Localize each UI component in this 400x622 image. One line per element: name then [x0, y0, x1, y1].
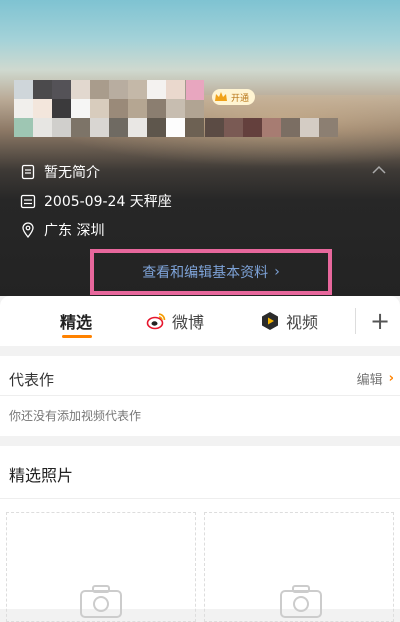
profile-header: 开通 暂无简介 2005-09-24 天秤座 广东 深圳 查看和编辑基本资料 › [0, 0, 400, 296]
tab-weibo-label: 微博 [172, 313, 205, 332]
profile-tabs: 精选 微博 视频 + [0, 296, 400, 346]
tab-featured[interactable]: 精选 [60, 296, 92, 346]
empty-state-text: 你还没有添加视频代表作 [9, 409, 142, 423]
camera-icon [80, 585, 122, 618]
view-edit-profile-link[interactable]: 查看和编辑基本资料 › [90, 249, 332, 295]
edit-representative-button[interactable]: 编辑 › [357, 369, 394, 388]
edit-label: 编辑 [356, 373, 383, 388]
location-pin-icon [22, 222, 34, 238]
camera-icon [280, 585, 322, 618]
photo-slot[interactable] [204, 512, 394, 622]
tab-video-label: 视频 [286, 313, 319, 332]
vip-badge-label: 开通 [231, 93, 250, 104]
representative-works-section: 代表作 编辑 › 你还没有添加视频代表作 [0, 356, 400, 436]
tab-featured-label: 精选 [60, 313, 93, 332]
crown-icon [215, 92, 227, 101]
chevron-right-icon: › [388, 371, 394, 386]
featured-photos-section: 精选照片 [0, 446, 400, 622]
video-icon [262, 312, 278, 330]
bio-text: 暂无简介 [44, 165, 100, 181]
section-title: 精选照片 [9, 466, 74, 485]
active-tab-indicator [62, 335, 92, 338]
photo-slot[interactable] [6, 512, 196, 622]
vip-badge[interactable]: 开通 [212, 89, 256, 105]
collapse-chevron-icon[interactable] [372, 165, 386, 175]
divider [0, 498, 400, 499]
tab-weibo[interactable]: 微博 [146, 296, 204, 346]
tab-video[interactable]: 视频 [260, 296, 318, 346]
edit-profile-label: 查看和编辑基本资料 [142, 265, 269, 281]
location-text: 广东 深圳 [44, 223, 105, 239]
location-row: 广东 深圳 [20, 220, 104, 240]
tab-divider [355, 308, 356, 334]
document-icon [21, 164, 35, 180]
bio-row[interactable]: 暂无简介 [20, 162, 100, 182]
calendar-icon [20, 194, 36, 209]
section-title: 代表作 [9, 371, 55, 389]
avatar-accent [186, 80, 204, 100]
avatar-pixelated[interactable] [14, 80, 204, 137]
birthday-row: 2005-09-24 天秤座 [20, 191, 172, 211]
birthday-text: 2005-09-24 天秤座 [44, 194, 172, 210]
divider [0, 395, 400, 396]
username-pixelated [205, 118, 338, 137]
weibo-icon [146, 313, 166, 330]
add-tab-button[interactable]: + [360, 296, 400, 346]
chevron-right-icon: › [274, 264, 280, 280]
